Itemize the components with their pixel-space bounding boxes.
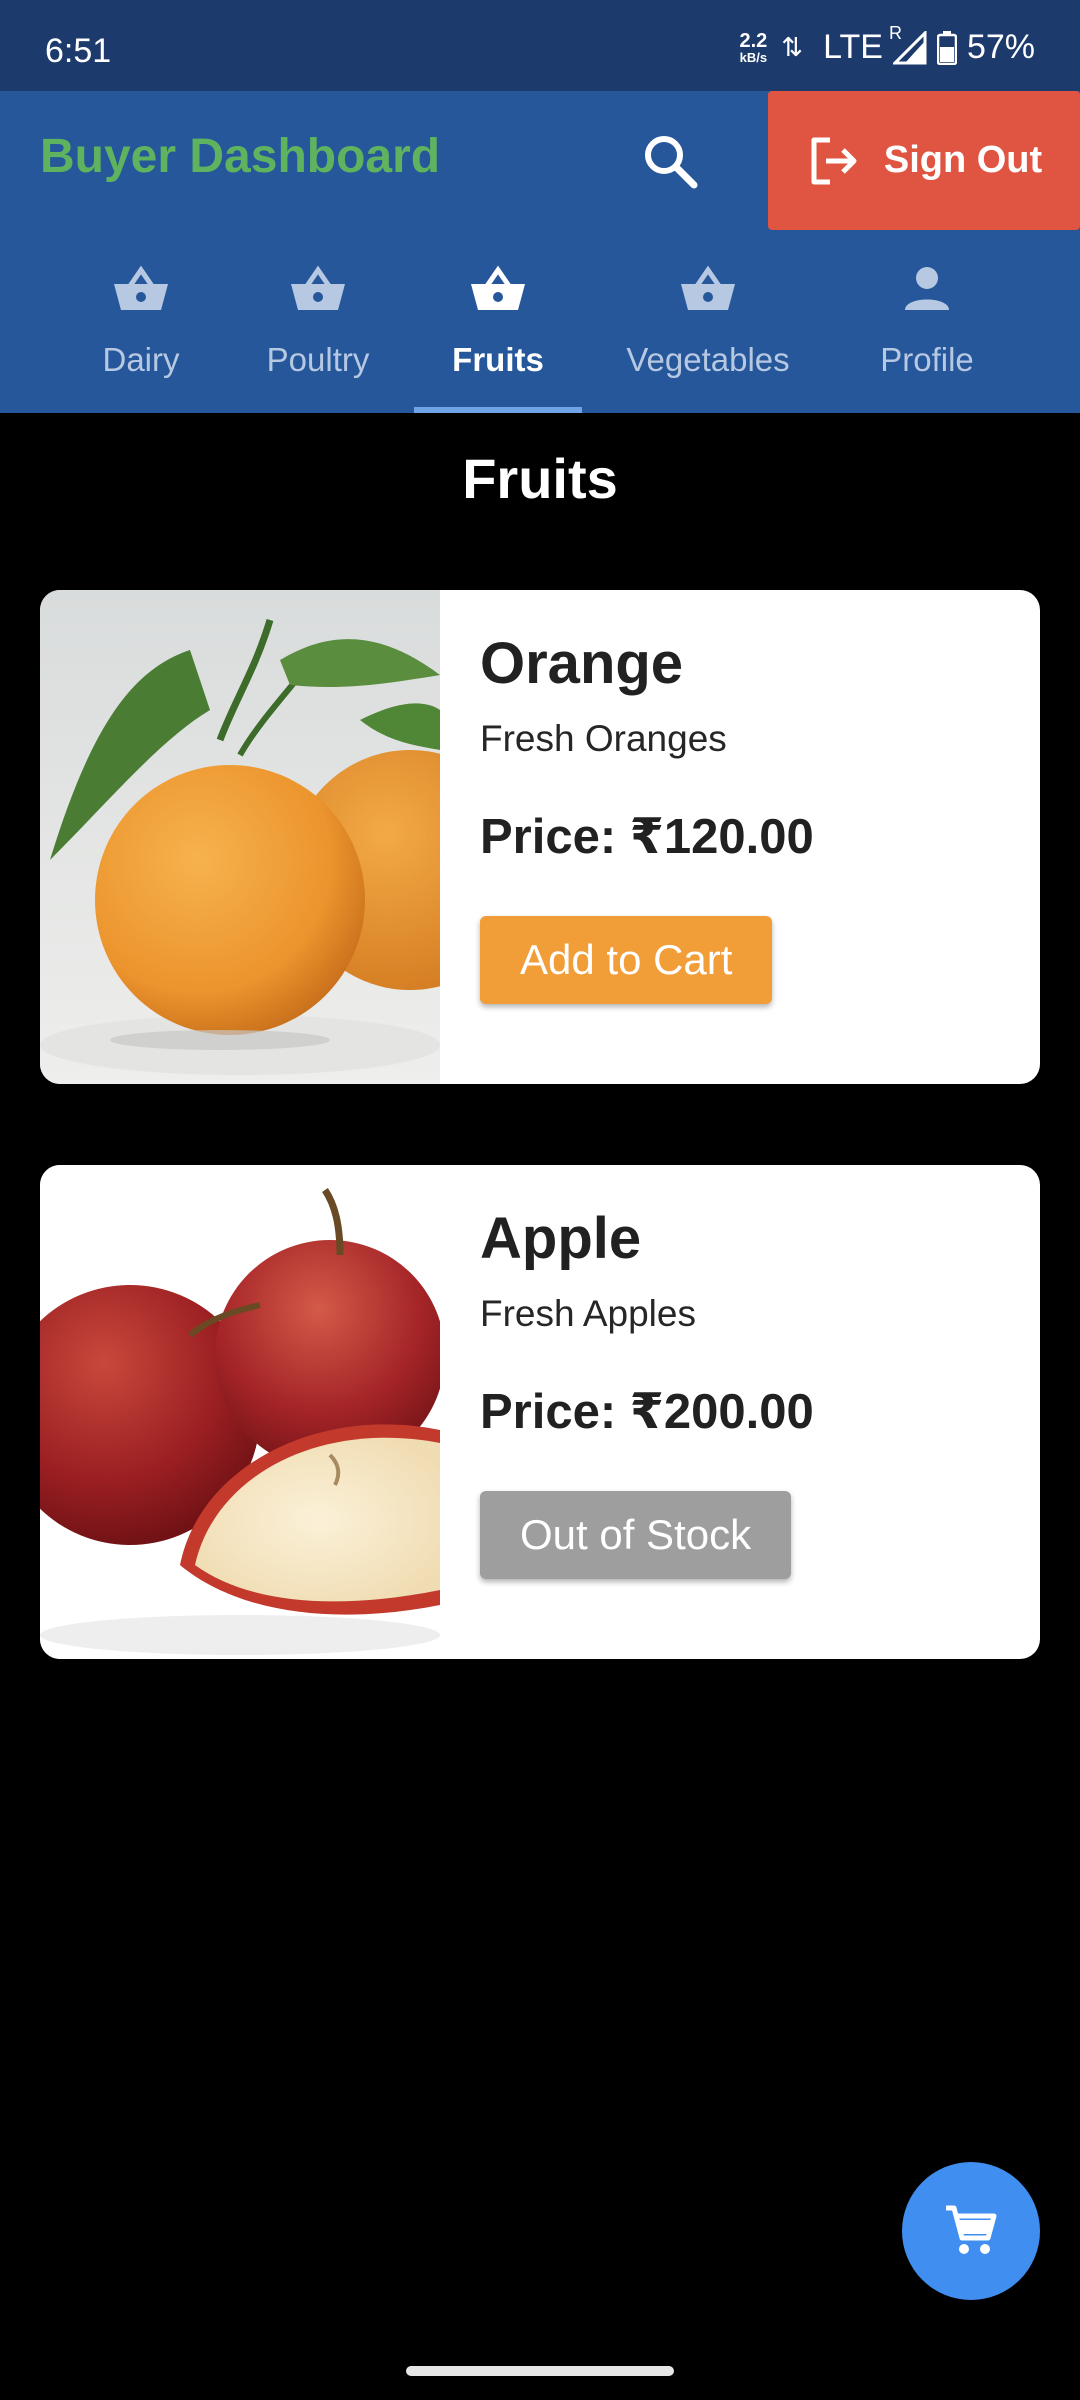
battery-icon [936, 30, 957, 65]
sign-out-button[interactable]: Sign Out [768, 91, 1080, 230]
logout-icon [811, 137, 857, 184]
product-info: Apple Fresh Apples Price: ₹200.00 Out of… [480, 1165, 1020, 1659]
tab-fruits-label: Fruits [452, 341, 544, 378]
category-tabs: Dairy Poultry Fruits Vegetables Profile [0, 251, 1080, 413]
product-card: Apple Fresh Apples Price: ₹200.00 Out of… [40, 1165, 1040, 1659]
roaming-indicator: R [888, 22, 902, 43]
cart-icon [946, 2205, 997, 2254]
basket-icon [471, 265, 525, 310]
tab-fruits[interactable]: Fruits [424, 251, 572, 413]
tab-dairy-label: Dairy [102, 341, 180, 378]
search-button[interactable] [632, 123, 708, 199]
network-speed-unit: kB/s [739, 50, 768, 65]
basket-icon [681, 265, 735, 310]
basket-icon [291, 265, 345, 310]
page-title: Fruits [462, 447, 618, 510]
status-icons: 2.2 kB/s ⇅ LTE R 57% [739, 23, 1035, 67]
basket-icon [114, 265, 168, 310]
home-indicator [406, 2366, 674, 2376]
network-speed-value: 2.2 [739, 30, 768, 52]
sign-out-label: Sign Out [883, 139, 1043, 181]
product-name: Orange [480, 631, 684, 696]
signal-icon: R [889, 23, 927, 65]
product-card: Orange Fresh Oranges Price: ₹120.00 Add … [40, 590, 1040, 1084]
app-header: Buyer Dashboard Sign Out Dairy Poultry F… [0, 91, 1080, 413]
tab-vegetables[interactable]: Vegetables [608, 251, 808, 413]
cart-fab-button[interactable] [902, 2162, 1040, 2300]
person-icon [905, 267, 949, 310]
product-price: Price: ₹200.00 [480, 1385, 814, 1439]
tab-poultry[interactable]: Poultry [248, 251, 388, 413]
product-name: Apple [480, 1206, 642, 1271]
product-image-orange [40, 590, 530, 1084]
data-transfer-icon: ⇅ [781, 32, 804, 62]
status-bar: 6:51 2.2 kB/s ⇅ LTE R 57% [0, 0, 1080, 91]
app-title: Buyer Dashboard [40, 130, 441, 183]
network-speed: 2.2 kB/s [739, 31, 767, 64]
tab-profile[interactable]: Profile [854, 251, 1000, 413]
product-info: Orange Fresh Oranges Price: ₹120.00 Add … [480, 590, 1020, 1084]
tab-profile-label: Profile [880, 341, 974, 378]
product-image-apple [40, 1165, 445, 1659]
product-description: Fresh Oranges [480, 718, 727, 759]
tab-dairy[interactable]: Dairy [70, 251, 212, 413]
add-to-cart-button[interactable]: Add to Cart [480, 916, 773, 1004]
active-tab-indicator [414, 407, 582, 413]
battery-percent: 57% [966, 28, 1035, 66]
status-time: 6:51 [45, 32, 112, 70]
out-of-stock-button: Out of Stock [480, 1491, 792, 1579]
product-description: Fresh Apples [480, 1293, 696, 1334]
network-type: LTE [823, 28, 883, 66]
tab-vegetables-label: Vegetables [626, 341, 790, 378]
product-price: Price: ₹120.00 [480, 810, 814, 864]
search-icon [645, 136, 698, 189]
tab-poultry-label: Poultry [266, 341, 370, 378]
